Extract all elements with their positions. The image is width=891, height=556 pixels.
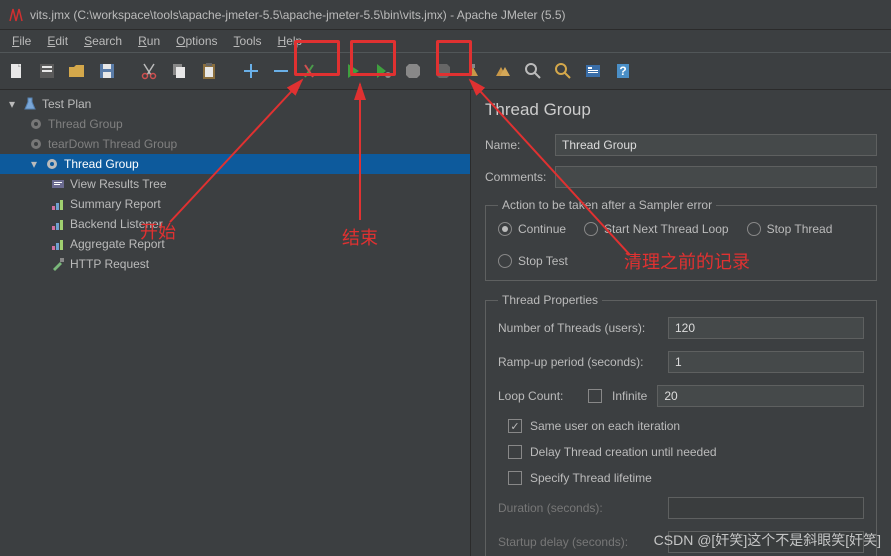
tree-node-test-plan[interactable]: ▾ Test Plan	[0, 94, 470, 114]
tree-label: tearDown Thread Group	[48, 137, 177, 151]
loop-count-input[interactable]	[657, 385, 864, 407]
open-icon[interactable]	[64, 58, 90, 84]
expand-icon[interactable]	[238, 58, 264, 84]
clear-icon[interactable]	[460, 58, 486, 84]
num-threads-label: Number of Threads (users):	[498, 321, 658, 335]
tree-panel[interactable]: ▾ Test Plan Thread Group tearDown Thread…	[0, 90, 470, 556]
same-user-checkbox[interactable]	[508, 419, 522, 433]
specify-lifetime-label: Specify Thread lifetime	[530, 471, 652, 485]
toggle-icon[interactable]	[298, 58, 324, 84]
tree-node-teardown[interactable]: tearDown Thread Group	[0, 134, 470, 154]
menu-tools[interactable]: Tools	[226, 32, 270, 50]
collapse-arrow-icon[interactable]: ▾	[28, 157, 40, 171]
comments-label: Comments:	[485, 170, 545, 184]
menu-run[interactable]: Run	[130, 32, 168, 50]
infinite-label: Infinite	[612, 389, 647, 403]
reset-search-icon[interactable]	[550, 58, 576, 84]
sampler-error-fieldset: Action to be taken after a Sampler error…	[485, 198, 877, 281]
menu-file[interactable]: File	[4, 32, 39, 50]
templates-icon[interactable]	[34, 58, 60, 84]
start-no-pause-icon[interactable]	[370, 58, 396, 84]
radio-icon	[498, 222, 512, 236]
name-input[interactable]	[555, 134, 877, 156]
tree-node-http[interactable]: HTTP Request	[0, 254, 470, 274]
help-icon[interactable]: ?	[610, 58, 636, 84]
thread-props-legend: Thread Properties	[498, 293, 602, 307]
tree-label: Thread Group	[48, 117, 123, 131]
start-icon[interactable]	[340, 58, 366, 84]
tree-node-view-results[interactable]: View Results Tree	[0, 174, 470, 194]
tree-label: Backend Listener	[70, 217, 163, 231]
tree-node-aggregate[interactable]: Aggregate Report	[0, 234, 470, 254]
title-bar: vits.jmx (C:\workspace\tools\apache-jmet…	[0, 0, 891, 30]
flask-icon	[22, 96, 38, 112]
thread-properties-fieldset: Thread Properties Number of Threads (use…	[485, 293, 877, 556]
clear-all-icon[interactable]	[490, 58, 516, 84]
sampler-error-legend: Action to be taken after a Sampler error	[498, 198, 716, 212]
radio-stop-test[interactable]: Stop Test	[498, 254, 568, 268]
gear-icon	[28, 116, 44, 132]
comments-input[interactable]	[555, 166, 877, 188]
search-tool-icon[interactable]	[520, 58, 546, 84]
app-icon	[8, 7, 24, 23]
loop-count-label: Loop Count:	[498, 389, 578, 403]
specify-lifetime-checkbox[interactable]	[508, 471, 522, 485]
chart-icon	[50, 196, 66, 212]
tree-label: Aggregate Report	[70, 237, 165, 251]
tree-label: View Results Tree	[70, 177, 167, 191]
tree-node-thread-group[interactable]: ▾ Thread Group	[0, 154, 470, 174]
menu-search[interactable]: Search	[76, 32, 130, 50]
menu-options[interactable]: Options	[168, 32, 225, 50]
new-icon[interactable]	[4, 58, 30, 84]
tree-node-thread-group-disabled[interactable]: Thread Group	[0, 114, 470, 134]
tree-label: Test Plan	[42, 97, 91, 111]
copy-icon[interactable]	[166, 58, 192, 84]
gear-icon	[44, 156, 60, 172]
menu-help[interactable]: Help	[270, 32, 311, 50]
radio-icon	[747, 222, 761, 236]
stop-icon[interactable]	[400, 58, 426, 84]
name-label: Name:	[485, 138, 545, 152]
toolbar: ?	[0, 52, 891, 90]
radio-continue[interactable]: Continue	[498, 222, 566, 236]
menu-edit[interactable]: Edit	[39, 32, 76, 50]
shutdown-icon[interactable]	[430, 58, 456, 84]
same-user-label: Same user on each iteration	[530, 419, 680, 433]
panel-title: Thread Group	[485, 100, 877, 120]
paste-icon[interactable]	[196, 58, 222, 84]
rampup-label: Ramp-up period (seconds):	[498, 355, 658, 369]
infinite-checkbox[interactable]	[588, 389, 602, 403]
duration-label: Duration (seconds):	[498, 501, 658, 515]
radio-start-next[interactable]: Start Next Thread Loop	[584, 222, 729, 236]
collapse-arrow-icon[interactable]: ▾	[6, 97, 18, 111]
tree-label: Thread Group	[64, 157, 139, 171]
rampup-input[interactable]	[668, 351, 864, 373]
tree-node-summary[interactable]: Summary Report	[0, 194, 470, 214]
pipette-icon	[50, 256, 66, 272]
chart-icon	[50, 216, 66, 232]
startup-delay-input	[668, 531, 864, 553]
duration-input	[668, 497, 864, 519]
startup-delay-label: Startup delay (seconds):	[498, 535, 658, 549]
collapse-icon[interactable]	[268, 58, 294, 84]
window-title: vits.jmx (C:\workspace\tools\apache-jmet…	[30, 8, 566, 22]
radio-icon	[498, 254, 512, 268]
pager-icon	[50, 176, 66, 192]
tree-node-backend[interactable]: Backend Listener	[0, 214, 470, 234]
save-icon[interactable]	[94, 58, 120, 84]
radio-stop-thread[interactable]: Stop Thread	[747, 222, 833, 236]
tree-label: Summary Report	[70, 197, 161, 211]
delay-thread-label: Delay Thread creation until needed	[530, 445, 717, 459]
delay-thread-checkbox[interactable]	[508, 445, 522, 459]
properties-panel: Thread Group Name: Comments: Action to b…	[470, 90, 891, 556]
chart-icon	[50, 236, 66, 252]
num-threads-input[interactable]	[668, 317, 864, 339]
tree-label: HTTP Request	[70, 257, 149, 271]
cut-icon[interactable]	[136, 58, 162, 84]
radio-icon	[584, 222, 598, 236]
gear-icon	[28, 136, 44, 152]
svg-text:?: ?	[619, 64, 626, 78]
function-helper-icon[interactable]	[580, 58, 606, 84]
menu-bar: File Edit Search Run Options Tools Help	[0, 30, 891, 52]
